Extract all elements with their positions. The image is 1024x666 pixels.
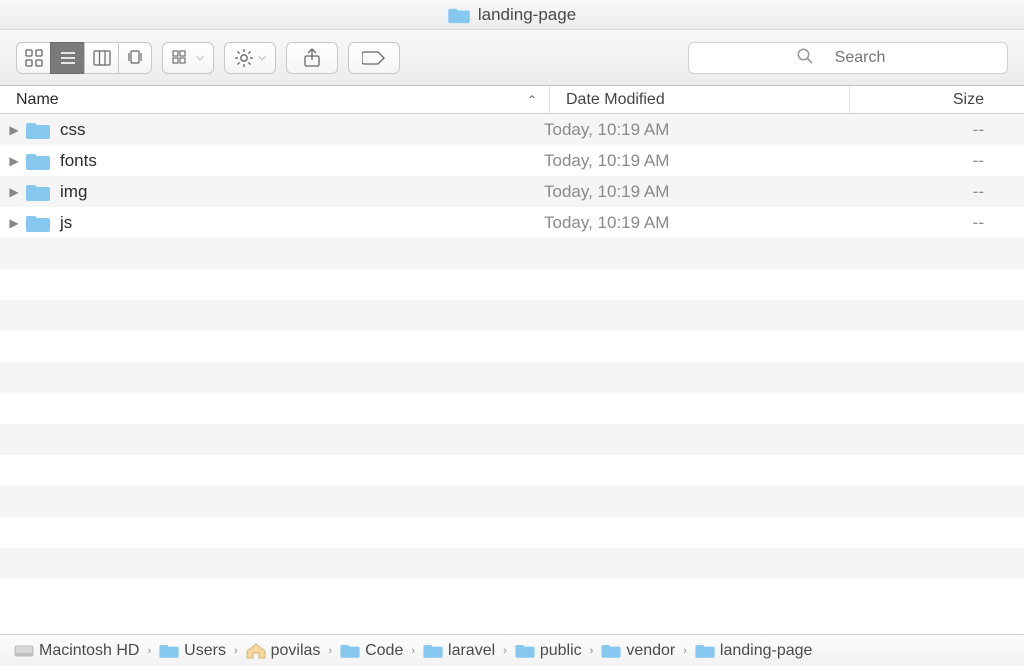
folder-icon [423, 643, 443, 659]
search-field[interactable] [688, 42, 1008, 74]
disclosure-triangle-icon[interactable]: ▶ [0, 216, 20, 230]
file-size: -- [818, 213, 1024, 233]
empty-row [0, 579, 1024, 610]
empty-row [0, 486, 1024, 517]
action-button[interactable]: ⌵ [224, 42, 276, 74]
path-label: povilas [271, 642, 321, 660]
window-title: landing-page [478, 5, 576, 25]
view-columns-button[interactable] [84, 42, 118, 74]
folder-icon [340, 643, 360, 659]
file-size: -- [818, 120, 1024, 140]
empty-row [0, 269, 1024, 300]
path-label: laravel [448, 642, 495, 660]
chevron-right-icon: › [232, 645, 240, 657]
folder-icon [695, 643, 715, 659]
file-date: Today, 10:19 AM [528, 213, 818, 233]
folder-icon [448, 6, 470, 24]
empty-row [0, 455, 1024, 486]
search-input[interactable] [820, 49, 900, 67]
sort-asc-icon: ⌃ [527, 93, 537, 107]
folder-icon [20, 151, 60, 171]
path-item[interactable]: Code [340, 642, 403, 660]
view-mode-group [16, 42, 152, 74]
file-row[interactable]: ▶ jsToday, 10:19 AM-- [0, 207, 1024, 238]
column-date-label: Date Modified [566, 91, 665, 109]
column-header: Name ⌃ Date Modified Size [0, 86, 1024, 114]
empty-row [0, 362, 1024, 393]
column-date[interactable]: Date Modified [550, 86, 850, 113]
chevron-down-icon: ⌵ [196, 52, 204, 63]
chevron-right-icon: › [326, 645, 334, 657]
column-name-label: Name [16, 91, 59, 109]
path-item[interactable]: public [515, 642, 582, 660]
toolbar: ⌵ ⌵ [0, 30, 1024, 86]
search-icon [796, 47, 814, 68]
path-item[interactable]: Macintosh HD [14, 642, 139, 660]
chevron-right-icon: › [681, 645, 689, 657]
path-label: Macintosh HD [39, 642, 139, 660]
file-row[interactable]: ▶ imgToday, 10:19 AM-- [0, 176, 1024, 207]
path-item[interactable]: laravel [423, 642, 495, 660]
file-date: Today, 10:19 AM [528, 120, 818, 140]
path-item[interactable]: vendor [601, 642, 675, 660]
disclosure-triangle-icon[interactable]: ▶ [0, 185, 20, 199]
path-bar: Macintosh HD › Users › povilas › Code › laravel ›… [0, 634, 1024, 666]
empty-row [0, 424, 1024, 455]
path-item[interactable]: povilas [246, 642, 321, 660]
view-icons-button[interactable] [16, 42, 50, 74]
chevron-right-icon: › [501, 645, 509, 657]
path-item[interactable]: landing-page [695, 642, 813, 660]
empty-row [0, 300, 1024, 331]
empty-row [0, 548, 1024, 579]
path-label: public [540, 642, 582, 660]
share-button[interactable] [286, 42, 338, 74]
arrange-button[interactable]: ⌵ [162, 42, 214, 74]
chevron-right-icon: › [409, 645, 417, 657]
folder-icon [20, 213, 60, 233]
path-label: Code [365, 642, 403, 660]
folder-icon [159, 643, 179, 659]
folder-icon [601, 643, 621, 659]
folder-icon [515, 643, 535, 659]
file-date: Today, 10:19 AM [528, 151, 818, 171]
column-size-label: Size [953, 91, 984, 109]
empty-row [0, 331, 1024, 362]
file-list: ▶cssToday, 10:19 AM--▶fontsToday, 10:19 … [0, 114, 1024, 634]
file-size: -- [818, 182, 1024, 202]
tag-button[interactable] [348, 42, 400, 74]
path-label: landing-page [720, 642, 813, 660]
file-name: fonts [60, 151, 528, 171]
empty-row [0, 238, 1024, 269]
file-name: css [60, 120, 528, 140]
home-icon [246, 643, 266, 659]
path-item[interactable]: Users [159, 642, 226, 660]
empty-row [0, 517, 1024, 548]
titlebar: landing-page [0, 0, 1024, 30]
chevron-right-icon: › [145, 645, 153, 657]
chevron-down-icon: ⌵ [258, 52, 266, 63]
path-label: vendor [626, 642, 675, 660]
disk-icon [14, 643, 34, 659]
empty-row [0, 393, 1024, 424]
file-date: Today, 10:19 AM [528, 182, 818, 202]
file-name: img [60, 182, 528, 202]
view-coverflow-button[interactable] [118, 42, 152, 74]
column-name[interactable]: Name ⌃ [0, 86, 550, 113]
view-list-button[interactable] [50, 42, 84, 74]
disclosure-triangle-icon[interactable]: ▶ [0, 154, 20, 168]
column-size[interactable]: Size [850, 86, 1024, 113]
folder-icon [20, 120, 60, 140]
chevron-right-icon: › [588, 645, 596, 657]
folder-icon [20, 182, 60, 202]
file-size: -- [818, 151, 1024, 171]
file-name: js [60, 213, 528, 233]
file-row[interactable]: ▶ fontsToday, 10:19 AM-- [0, 145, 1024, 176]
disclosure-triangle-icon[interactable]: ▶ [0, 123, 20, 137]
file-row[interactable]: ▶ cssToday, 10:19 AM-- [0, 114, 1024, 145]
path-label: Users [184, 642, 226, 660]
